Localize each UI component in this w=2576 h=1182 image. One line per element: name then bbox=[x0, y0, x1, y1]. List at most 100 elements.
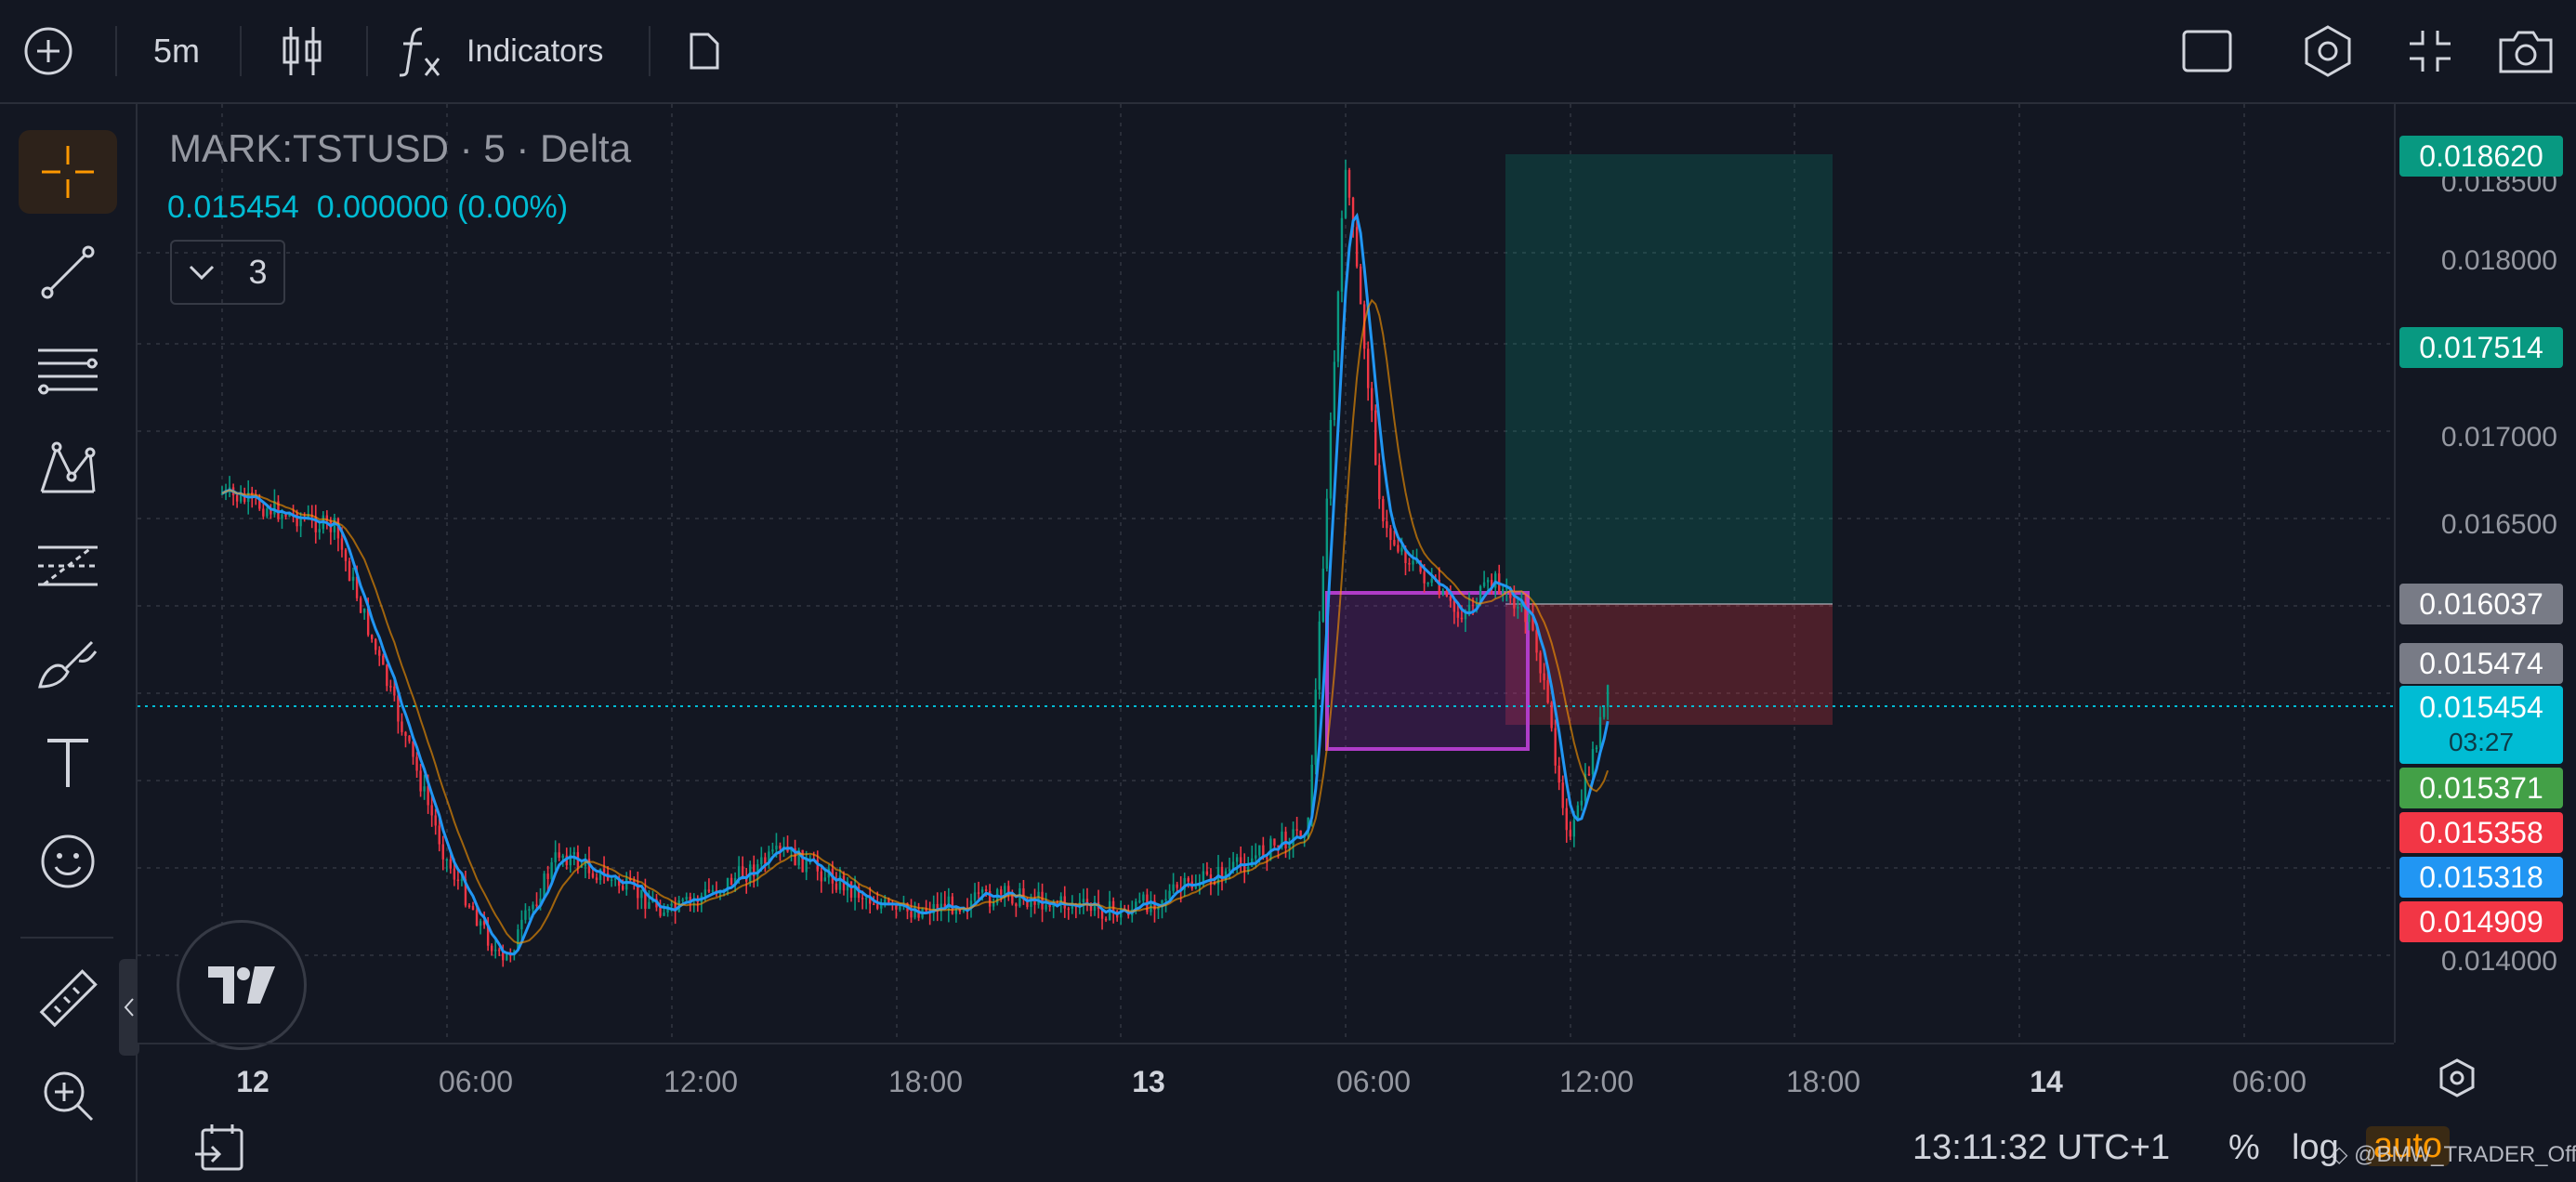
candle-body bbox=[876, 904, 879, 909]
candle-body bbox=[520, 919, 523, 930]
candle-body bbox=[1187, 877, 1189, 882]
layout-button[interactable] bbox=[2175, 0, 2240, 102]
indicators-button[interactable]: Indicators bbox=[394, 0, 664, 102]
interval-button[interactable]: 5m bbox=[139, 0, 214, 102]
candle-body bbox=[1255, 855, 1257, 859]
settings-button[interactable] bbox=[2295, 0, 2360, 102]
candle-body bbox=[348, 560, 351, 582]
top-toolbar: 5m Indicators bbox=[0, 0, 2576, 104]
pattern-tool[interactable] bbox=[19, 427, 117, 511]
price-label: 0.017000 bbox=[2440, 422, 2557, 453]
candle-body bbox=[973, 892, 977, 901]
highlight-rectangle[interactable] bbox=[1325, 591, 1530, 751]
candle-body bbox=[729, 877, 733, 886]
candle-body bbox=[1172, 884, 1175, 891]
go-to-date-button[interactable] bbox=[193, 1123, 245, 1175]
zoom-tool[interactable] bbox=[19, 1054, 117, 1137]
chevron-down-icon bbox=[190, 265, 215, 281]
candle-body bbox=[524, 910, 527, 920]
screenshot-button[interactable] bbox=[2491, 0, 2561, 102]
candle-body bbox=[1344, 169, 1347, 218]
price-chart[interactable] bbox=[138, 104, 2394, 1043]
candle-body bbox=[535, 904, 538, 906]
projection-icon bbox=[38, 545, 98, 586]
indicators-toggle[interactable]: 3 bbox=[170, 240, 285, 305]
price-tag-level: 0.015474 bbox=[2399, 643, 2563, 684]
axis-settings-button[interactable] bbox=[2437, 1057, 2477, 1098]
candle-body bbox=[1408, 562, 1411, 565]
candle-body bbox=[471, 906, 475, 911]
time-axis[interactable]: 12 06:00 12:00 18:00 13 06:00 12:00 18:0… bbox=[138, 1043, 2475, 1119]
legend-values: 0.015454 0.000000 (0.00%) bbox=[167, 190, 568, 226]
candle-body bbox=[528, 909, 531, 911]
candle-body bbox=[1138, 900, 1141, 902]
price-tag-ma-3: 0.015318 bbox=[2399, 857, 2563, 898]
trend-line-tool[interactable] bbox=[19, 230, 117, 314]
brush-icon bbox=[38, 640, 98, 689]
candle-body bbox=[1430, 578, 1433, 584]
candle-body bbox=[1168, 890, 1171, 900]
candle-body bbox=[375, 638, 377, 650]
candle-body bbox=[1393, 540, 1396, 545]
forecast-tool[interactable] bbox=[19, 524, 117, 608]
candle-body bbox=[386, 664, 388, 687]
tradingview-logo[interactable] bbox=[177, 920, 307, 1050]
emoji-tool[interactable] bbox=[19, 820, 117, 903]
collapse-toolbar-button[interactable] bbox=[119, 959, 139, 1056]
current-price: 0.015454 bbox=[2419, 690, 2543, 724]
candle-body bbox=[1561, 782, 1564, 808]
candle-body bbox=[401, 721, 403, 732]
candle-body bbox=[427, 786, 429, 806]
candle-body bbox=[546, 873, 549, 879]
measure-tool[interactable] bbox=[19, 957, 117, 1041]
plus-circle-icon bbox=[24, 27, 72, 75]
candle-body bbox=[1318, 621, 1321, 690]
candle-body bbox=[1598, 716, 1602, 748]
candle-body bbox=[1037, 891, 1040, 905]
candle-body bbox=[703, 889, 707, 897]
indicators-label: Indicators bbox=[467, 33, 604, 69]
candle-body bbox=[1104, 918, 1108, 921]
candle-body bbox=[1015, 903, 1018, 907]
candle-body bbox=[1045, 904, 1047, 910]
candle-body bbox=[1284, 831, 1287, 849]
candle-body bbox=[412, 741, 414, 757]
candle-body bbox=[266, 508, 269, 517]
chart-type-button[interactable] bbox=[269, 0, 335, 102]
candle-body bbox=[910, 911, 913, 918]
candle-body bbox=[441, 844, 444, 860]
text-tool[interactable] bbox=[19, 721, 117, 805]
candle-body bbox=[1366, 348, 1370, 388]
price-axis[interactable]: 0.018500 0.018000 0.017000 0.016500 0.01… bbox=[2394, 104, 2576, 1043]
chart-pane[interactable] bbox=[138, 104, 2394, 1043]
fullscreen-button[interactable] bbox=[2398, 0, 2463, 102]
symbol-title[interactable]: MARK:TSTUSD · 5 · Delta bbox=[169, 126, 631, 171]
price-tag-target: 0.018620 bbox=[2399, 136, 2563, 177]
square-icon bbox=[2182, 30, 2232, 72]
candle-body bbox=[1445, 590, 1449, 597]
candle-body bbox=[558, 852, 560, 858]
candle-body bbox=[1004, 886, 1006, 895]
time-label: 06:00 bbox=[438, 1065, 514, 1098]
add-symbol-button[interactable] bbox=[13, 0, 84, 102]
timezone-clock[interactable]: 13:11:32 UTC+1 bbox=[1912, 1128, 2170, 1168]
brush-tool[interactable] bbox=[19, 623, 117, 706]
candle-body bbox=[625, 878, 628, 890]
fib-lines-icon bbox=[38, 348, 98, 395]
candle-body bbox=[430, 805, 433, 816]
candle-body bbox=[423, 786, 426, 792]
candle-body bbox=[554, 852, 557, 862]
long-position-drawing[interactable] bbox=[1505, 154, 1833, 725]
crosshair-tool[interactable] bbox=[19, 130, 117, 214]
candle-body bbox=[1550, 702, 1553, 729]
candle-body bbox=[506, 953, 508, 961]
percent-toggle[interactable]: % bbox=[2228, 1128, 2260, 1168]
candle-body bbox=[382, 655, 385, 665]
candle-body bbox=[393, 686, 396, 696]
calendar-go-icon bbox=[195, 1124, 243, 1171]
pattern-icon bbox=[40, 441, 96, 493]
smiley-icon bbox=[41, 834, 95, 888]
candle-body bbox=[490, 945, 493, 952]
fib-retracement-tool[interactable] bbox=[19, 329, 117, 413]
templates-button[interactable] bbox=[678, 0, 730, 102]
